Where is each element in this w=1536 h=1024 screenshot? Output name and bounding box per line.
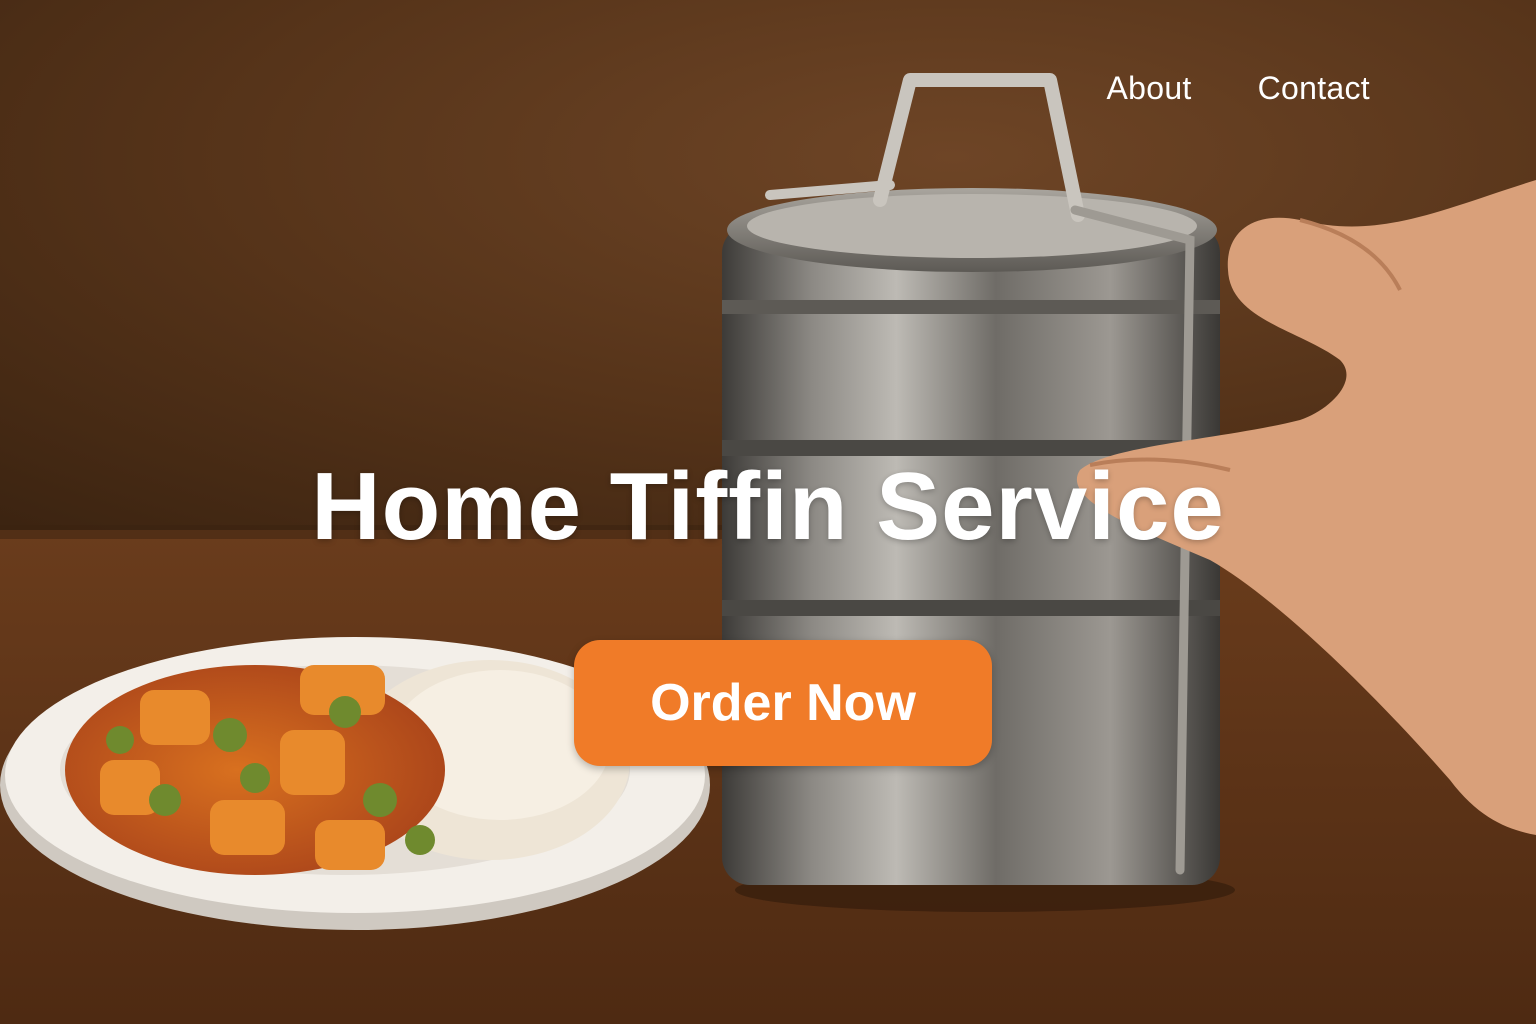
hero-section: About Contact Home Tiffin Service Order … bbox=[0, 0, 1536, 1024]
nav-link-contact[interactable]: Contact bbox=[1258, 70, 1370, 107]
nav-link-about[interactable]: About bbox=[1106, 70, 1191, 107]
top-nav: About Contact bbox=[1106, 70, 1370, 107]
order-now-button[interactable]: Order Now bbox=[574, 640, 992, 766]
hero-title: Home Tiffin Service bbox=[311, 453, 1225, 560]
